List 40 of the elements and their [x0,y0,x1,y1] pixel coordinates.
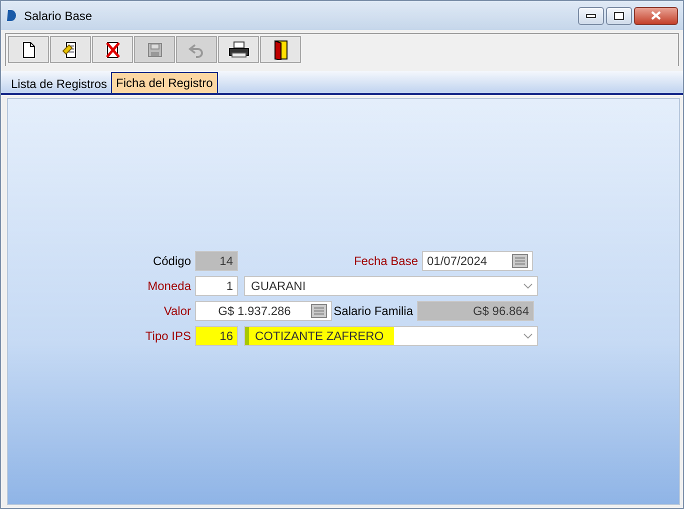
close-button[interactable] [634,6,678,24]
field-label: Moneda [146,279,191,293]
dropdown-field[interactable]: COTIZANTE ZAFRERO [244,326,538,346]
toolbar-button[interactable] [260,36,301,63]
delete-document-icon [106,40,120,58]
door-icon [274,40,288,60]
window-title: Salario Base [24,8,94,22]
toolbar-button[interactable] [92,36,133,63]
dropdown-chevron-icon[interactable] [523,283,533,289]
field-label: Código [152,254,191,268]
code-field[interactable]: 1 [195,276,238,296]
dropdown-chevron-icon[interactable] [523,333,533,339]
tab[interactable]: Lista de Registros [7,75,112,93]
amount-value: G$ 1.937.286 [218,304,291,318]
code-field[interactable]: 16 [195,326,238,346]
field-label: Salario Familia [332,304,413,318]
maximize-icon [614,12,624,20]
dropdown-value: GUARANI [250,278,307,295]
minimize-button[interactable] [578,6,604,24]
field-label: Fecha Base [352,254,418,268]
close-icon [651,11,661,20]
toolbar-button[interactable] [218,36,259,63]
amount-field[interactable]: G$ 1.937.286 [195,301,332,321]
calculator-icon[interactable] [310,304,327,318]
dropdown-value: COTIZANTE ZAFRERO [245,327,394,345]
field-label: Valor [162,304,191,318]
toolbar-button[interactable] [8,36,49,63]
toolbar-button[interactable] [50,36,91,63]
minimize-icon [586,14,596,18]
tab[interactable]: Ficha del Registro [111,72,218,93]
printer-icon [228,40,250,58]
app-logo-icon [7,10,16,21]
date-field[interactable]: 01/07/2024 [422,251,533,271]
dropdown-field[interactable]: GUARANI [244,276,538,296]
document-icon [22,42,34,58]
date-value: 01/07/2024 [427,254,488,268]
calendar-icon[interactable] [512,254,528,268]
field-label: Tipo IPS [144,329,191,343]
maximize-button[interactable] [606,6,632,24]
undo-icon [188,42,206,58]
